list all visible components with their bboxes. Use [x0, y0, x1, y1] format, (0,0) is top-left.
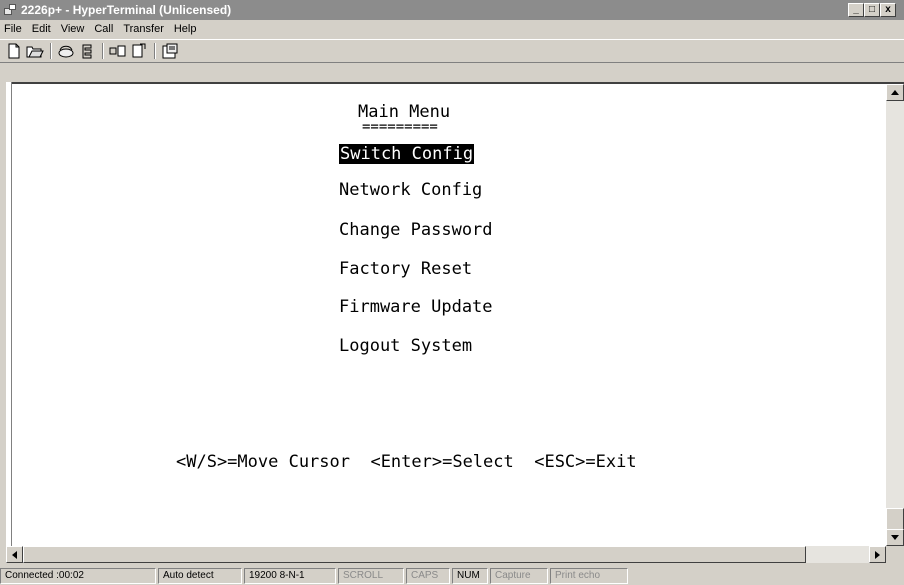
terminal-screen[interactable]: Main Menu ========= Switch Config Networ… — [12, 84, 884, 544]
arrow-down-icon — [891, 535, 899, 540]
menu-call[interactable]: Call — [94, 23, 113, 35]
scroll-left-button[interactable] — [6, 546, 23, 563]
status-bar: Connected :00:02 Auto detect 19200 8-N-1… — [0, 566, 904, 585]
status-scroll: SCROLL — [338, 567, 404, 584]
status-capture: Capture — [490, 567, 548, 584]
status-caps: CAPS — [406, 567, 450, 584]
scroll-up-button[interactable] — [886, 84, 904, 101]
window-controls: _ □ x — [848, 3, 896, 17]
menu-item-change-password[interactable]: Change Password — [339, 220, 493, 240]
properties-icon[interactable] — [160, 42, 179, 60]
dial-icon[interactable] — [77, 42, 96, 60]
menu-heading-underline: ========= — [362, 119, 438, 135]
menu-item-logout-system[interactable]: Logout System — [339, 336, 472, 356]
window-title: 2226p+ - HyperTerminal (Unlicensed) — [21, 3, 232, 17]
menu-view[interactable]: View — [61, 23, 85, 35]
menu-help[interactable]: Help — [174, 23, 197, 35]
status-connected-time: Connected :00:02 — [0, 567, 156, 584]
maximize-button[interactable]: □ — [864, 3, 880, 17]
help-line: <W/S>=Move Cursor <Enter>=Select <ESC>=E… — [176, 452, 637, 472]
open-icon[interactable] — [25, 42, 44, 60]
menu-item-factory-reset[interactable]: Factory Reset — [339, 259, 472, 279]
toolbar-separator — [50, 43, 52, 59]
menu-file[interactable]: File — [4, 23, 22, 35]
minimize-button[interactable]: _ — [848, 3, 864, 17]
hyperterminal-app-icon[interactable] — [3, 3, 17, 17]
vertical-scrollbar[interactable] — [886, 84, 904, 546]
menu-item-firmware-update[interactable]: Firmware Update — [339, 297, 493, 317]
scroll-thumb[interactable] — [886, 508, 904, 530]
toolbar-separator — [154, 43, 156, 59]
toolbar — [0, 39, 904, 63]
menu-item-switch-config[interactable]: Switch Config — [339, 144, 475, 164]
horizontal-scroll-thumb[interactable] — [23, 546, 806, 563]
status-detect: Auto detect — [158, 567, 242, 584]
scroll-right-button[interactable] — [869, 546, 886, 563]
horizontal-scrollbar[interactable] — [6, 546, 886, 563]
menu-item-network-config[interactable]: Network Config — [339, 180, 482, 200]
menu-transfer[interactable]: Transfer — [123, 23, 164, 35]
toolbar-separator — [102, 43, 104, 59]
status-print-echo: Print echo — [550, 567, 628, 584]
status-num: NUM — [452, 567, 488, 584]
arrow-left-icon — [12, 550, 17, 559]
menu-edit[interactable]: Edit — [32, 23, 51, 35]
menu-item-label: Switch Config — [339, 144, 475, 164]
disconnect-icon[interactable] — [56, 42, 75, 60]
receive-icon[interactable] — [129, 42, 148, 60]
send-icon[interactable] — [108, 42, 127, 60]
scrollbar-corner — [886, 546, 904, 563]
close-button[interactable]: x — [880, 3, 896, 17]
arrow-right-icon — [875, 550, 880, 559]
arrow-up-icon — [891, 90, 899, 95]
status-port-settings: 19200 8-N-1 — [244, 567, 336, 584]
new-icon[interactable] — [4, 42, 23, 60]
title-bar: 2226p+ - HyperTerminal (Unlicensed) _ □ … — [0, 0, 904, 20]
scroll-down-button[interactable] — [886, 529, 904, 546]
menu-bar: File Edit View Call Transfer Help — [0, 20, 904, 38]
